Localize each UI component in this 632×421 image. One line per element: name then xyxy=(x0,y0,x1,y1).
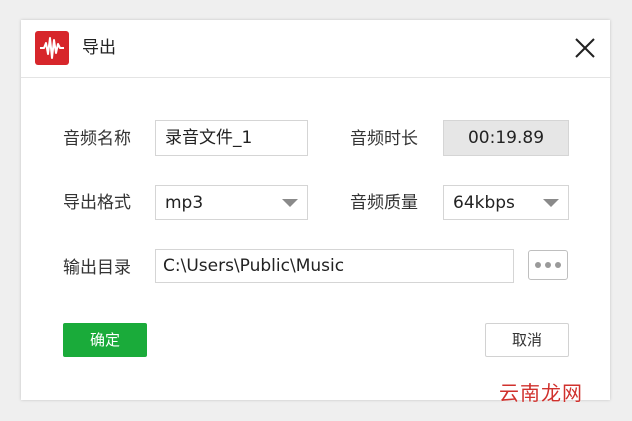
more-dots-icon xyxy=(555,262,561,268)
more-dots-icon xyxy=(535,262,541,268)
browse-button[interactable] xyxy=(528,250,568,280)
audio-quality-select[interactable]: 64kbps xyxy=(443,185,569,220)
more-dots-icon xyxy=(545,262,551,268)
close-icon[interactable] xyxy=(574,37,596,59)
audio-name-input[interactable]: 录音文件_1 xyxy=(155,120,308,156)
dialog-title: 导出 xyxy=(82,38,116,58)
title-bar: 导出 xyxy=(21,20,610,78)
audio-quality-value: 64kbps xyxy=(453,192,515,213)
audio-duration-field: 00:19.89 xyxy=(443,120,569,156)
audio-duration-value: 00:19.89 xyxy=(467,128,545,148)
watermark-text: 云南龙网 xyxy=(499,381,583,405)
export-format-value: mp3 xyxy=(165,192,204,213)
export-format-select[interactable]: mp3 xyxy=(155,185,308,220)
chevron-down-icon xyxy=(282,198,298,207)
output-dir-label: 输出目录 xyxy=(63,258,131,278)
audio-name-label: 音频名称 xyxy=(63,129,131,149)
audio-quality-label: 音频质量 xyxy=(350,193,418,213)
export-dialog: 导出 音频名称 录音文件_1 音频时长 00:19.89 导出格式 mp3 音频… xyxy=(21,20,610,400)
cancel-button[interactable]: 取消 xyxy=(485,323,569,357)
ok-button[interactable]: 确定 xyxy=(63,323,147,357)
export-format-label: 导出格式 xyxy=(63,193,131,213)
chevron-down-icon xyxy=(543,198,559,207)
output-dir-input[interactable]: C:\Users\Public\Music xyxy=(155,249,514,283)
output-dir-value: C:\Users\Public\Music xyxy=(163,256,345,276)
audio-name-value: 录音文件_1 xyxy=(165,128,253,148)
waveform-icon xyxy=(35,31,69,65)
audio-duration-label: 音频时长 xyxy=(350,129,418,149)
